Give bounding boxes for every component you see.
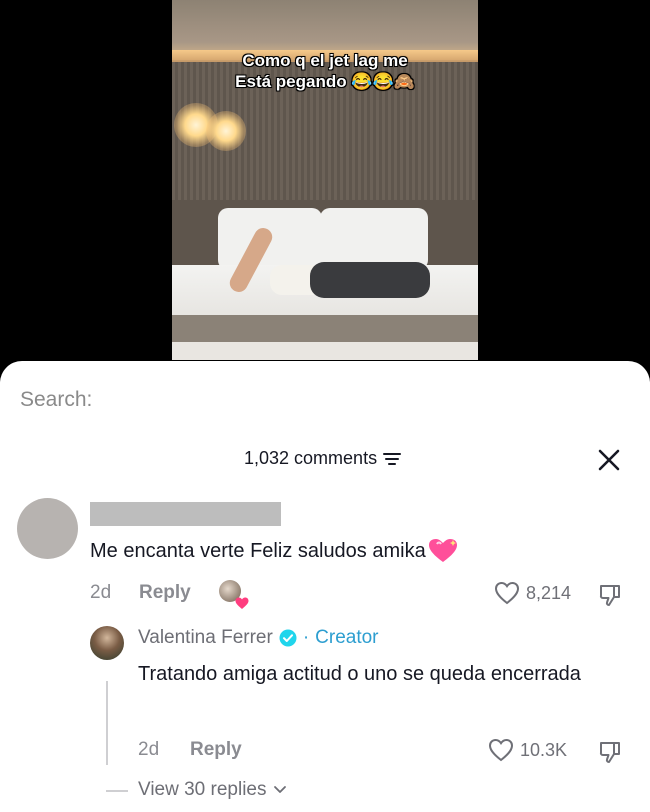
caption-line-1: Como q el jet lag me xyxy=(242,51,408,70)
comment-text-body: Me encanta verte Feliz saludos amika xyxy=(90,539,426,562)
creator-label: Creator xyxy=(315,627,379,648)
video-floor xyxy=(172,342,478,360)
creator-avatar[interactable] xyxy=(90,626,124,660)
reply-dislike-icon[interactable] xyxy=(598,739,624,765)
sparkling-heart-icon xyxy=(428,539,457,562)
reply-age: 2d xyxy=(138,739,160,760)
heart-icon xyxy=(235,597,249,609)
like-count: 8,214 xyxy=(526,582,572,603)
comments-count-text: 1,032 comments xyxy=(244,448,378,468)
chevron-down-icon xyxy=(273,786,286,793)
heart-outline-icon xyxy=(488,738,514,762)
comment-text: Me encanta verte Feliz saludos amika xyxy=(90,538,458,564)
caption-line-2: Está pegando 😂😂🙈 xyxy=(235,72,415,91)
view-replies-label: View 30 replies xyxy=(138,779,267,800)
reply-reply-button[interactable]: Reply xyxy=(190,739,242,761)
reply-button[interactable]: Reply xyxy=(139,582,191,604)
creator-liked-badge xyxy=(219,580,249,609)
avatar[interactable] xyxy=(17,498,78,559)
separator-dot: · xyxy=(302,627,310,648)
video-lamp xyxy=(206,111,246,151)
reply-author-line: Valentina Ferrer · Creator xyxy=(138,627,379,649)
comments-count[interactable]: 1,032 comments xyxy=(244,448,402,469)
reply-like-button[interactable]: 10.3K xyxy=(488,738,567,762)
reply-like-count: 10.3K xyxy=(520,739,568,760)
comments-sheet: Search: 1,032 comments Me encanta verte … xyxy=(0,361,650,812)
view-replies-line xyxy=(106,790,128,792)
video-bed-skirt xyxy=(172,315,478,345)
reply-author[interactable]: Valentina Ferrer xyxy=(138,627,273,649)
close-icon[interactable] xyxy=(596,447,622,473)
view-replies-button[interactable]: View 30 replies xyxy=(138,779,287,801)
video-pillow xyxy=(320,208,428,270)
like-button[interactable]: 8,214 xyxy=(494,581,571,605)
redacted-username xyxy=(90,502,281,526)
video-person-top xyxy=(310,262,430,298)
dislike-icon[interactable] xyxy=(598,582,624,608)
video-player[interactable]: Como q el jet lag me Está pegando 😂😂🙈 xyxy=(0,0,650,375)
verified-icon xyxy=(279,629,297,647)
thread-line xyxy=(106,681,108,765)
heart-outline-icon xyxy=(494,581,520,605)
filter-icon[interactable] xyxy=(383,452,402,466)
video-caption: Como q el jet lag me Está pegando 😂😂🙈 xyxy=(172,50,478,92)
comment-age: 2d xyxy=(90,582,112,603)
reply-text: Tratando amiga actitud o uno se queda en… xyxy=(138,663,581,685)
search-label[interactable]: Search: xyxy=(20,388,92,412)
